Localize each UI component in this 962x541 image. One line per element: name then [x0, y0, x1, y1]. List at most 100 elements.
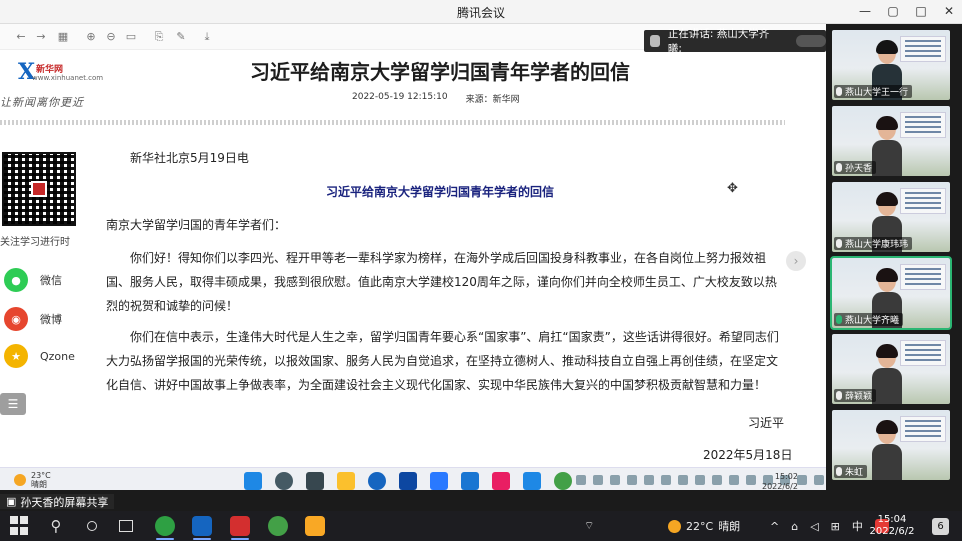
menu-icon[interactable]: ☰ [0, 393, 26, 415]
screen-share-text: 孙天香的屏幕共享 [20, 495, 109, 509]
participant-tile[interactable]: 孙天香 [832, 106, 950, 176]
share-label: 微信 [40, 274, 62, 287]
download-icon[interactable]: ⤓ [200, 30, 214, 44]
screen: 腾讯会议 — ▢ □ ✕ ← → ▦ ⊕ ⊖ ▭ ⎘ ✎ ⤓ 正在讲话: 燕山大… [0, 0, 962, 541]
app-icon[interactable] [461, 472, 479, 490]
participant-name: 薛颖颖 [845, 392, 873, 402]
logo-url: www.xinhuanet.com [32, 74, 104, 82]
cortana-icon[interactable] [82, 516, 102, 536]
participant-tile[interactable]: 薛颖颖 [832, 334, 950, 404]
share-qzone[interactable]: ★ Qzone [4, 344, 75, 368]
photos-icon[interactable] [492, 472, 510, 490]
share-wechat[interactable]: ● 微信 [4, 268, 62, 292]
tray-icon[interactable] [729, 475, 739, 485]
background-board [900, 36, 946, 62]
folder-icon[interactable] [337, 472, 355, 490]
weather-widget[interactable]: 22°C 晴朗 [668, 511, 740, 541]
speaking-label: 正在讲话: 燕山大学齐曦; [667, 28, 770, 55]
grid-icon[interactable]: ▦ [56, 30, 70, 44]
tray-icon[interactable] [627, 475, 637, 485]
rotate-icon[interactable]: ⎘ [152, 30, 166, 44]
remote-weather[interactable]: 23°C 晴朗 [14, 471, 51, 489]
ime-label[interactable]: 中 [852, 518, 863, 534]
search-icon[interactable] [275, 472, 293, 490]
paragraph: 你们好！得知你们以李四光、程开甲等老一辈科学家为榜样，在海外学成后回国投身科教事… [106, 251, 777, 313]
participant-name-tag: 燕山大学康玮玮 [834, 237, 913, 250]
tencent-meeting-icon[interactable] [192, 516, 212, 536]
start-icon[interactable] [10, 516, 30, 536]
tray-icon[interactable] [814, 475, 824, 485]
search-icon[interactable]: ⚲ [46, 516, 66, 536]
mic-icon [836, 315, 842, 324]
clock[interactable]: 15:04 2022/6/2 [868, 514, 916, 538]
participant-name-tag: 燕山大学王一行 [834, 85, 913, 98]
article-source: 来源：新华网 [465, 95, 520, 105]
maximize-button[interactable]: □ [914, 3, 928, 19]
tablet-icon[interactable]: ⊞ [831, 520, 840, 533]
follow-label: 关注学习进行时 [0, 237, 70, 248]
folder-icon[interactable] [305, 516, 325, 536]
back-icon[interactable]: ← [14, 30, 28, 44]
volume-icon[interactable]: ◁ [810, 520, 818, 533]
minimize-button[interactable]: — [858, 3, 872, 19]
next-page-icon[interactable]: › [786, 251, 806, 271]
zoom-in-icon[interactable]: ⊕ [84, 30, 98, 44]
tray-icon[interactable] [576, 475, 586, 485]
wps-icon[interactable] [230, 516, 250, 536]
zoom-out-icon[interactable]: ⊖ [104, 30, 118, 44]
tray-icon[interactable] [661, 475, 671, 485]
tray-icon[interactable] [797, 475, 807, 485]
tray-icon[interactable] [610, 475, 620, 485]
network-icon[interactable]: ⌂ [791, 520, 798, 533]
tray-icon[interactable] [695, 475, 705, 485]
participant-name: 燕山大学齐曦 [845, 316, 900, 326]
wifi-icon[interactable]: ⌔ [584, 511, 594, 541]
windows-icon[interactable] [244, 472, 262, 490]
participant-tile[interactable]: 燕山大学康玮玮 [832, 182, 950, 252]
restore-button[interactable]: ▢ [886, 3, 900, 19]
participant-name-tag: 朱虹 [834, 465, 868, 478]
tray-expand-icon[interactable]: ^ [770, 520, 779, 533]
wechat-icon[interactable] [554, 472, 572, 490]
edge-icon[interactable] [368, 472, 386, 490]
meeting-icon[interactable] [523, 472, 541, 490]
weather-label: 晴朗 [718, 520, 741, 533]
forward-icon[interactable]: → [34, 30, 48, 44]
xinhua-logo: X 新华网 www.xinhuanet.com [18, 59, 103, 89]
participant-tile[interactable]: 燕山大学王一行 [832, 30, 950, 100]
taskview-icon[interactable] [116, 516, 136, 536]
weibo-icon: ◉ [4, 307, 28, 331]
close-button[interactable]: ✕ [942, 3, 956, 19]
screen-share-icon: ▣ [6, 495, 17, 508]
participant-tile[interactable]: 朱虹 [832, 410, 950, 480]
background-board [900, 416, 946, 442]
remote-clock[interactable]: 15:02 2022/6/2 [762, 472, 798, 490]
letter-date: 2022年5月18日 [703, 448, 793, 462]
tray-icon[interactable] [678, 475, 688, 485]
tray-icon[interactable] [593, 475, 603, 485]
browser-icon[interactable] [155, 516, 175, 536]
participant-name-tag: 孙天香 [834, 161, 877, 174]
edit-icon[interactable]: ✎ [174, 30, 188, 44]
baidu-icon[interactable] [430, 472, 448, 490]
tray-icon[interactable] [712, 475, 722, 485]
sun-icon [668, 519, 681, 533]
remote-temp: 23°C [31, 471, 51, 480]
mic-icon [836, 239, 842, 248]
qr-logo-icon [31, 181, 47, 197]
wechat-icon: ● [4, 268, 28, 292]
wechat-icon[interactable] [268, 516, 288, 536]
participant-name-tag: 薛颖颖 [834, 389, 877, 402]
fit-icon[interactable]: ▭ [124, 30, 138, 44]
share-weibo[interactable]: ◉ 微博 [4, 307, 62, 331]
taskview-icon[interactable] [306, 472, 324, 490]
paragraph: 你们在信中表示，生逢伟大时代是人生之幸，留学归国青年要心系“国家事”、肩扛“国家… [106, 330, 779, 392]
store-icon[interactable] [399, 472, 417, 490]
tray-icon[interactable] [644, 475, 654, 485]
tray-icon[interactable] [746, 475, 756, 485]
qr-code[interactable] [2, 152, 76, 226]
notification-badge[interactable]: 6 [932, 518, 949, 535]
shared-screen: ← → ▦ ⊕ ⊖ ▭ ⎘ ✎ ⤓ 正在讲话: 燕山大学齐曦; X 新华网 ww… [0, 24, 826, 490]
participant-tile[interactable]: 燕山大学齐曦 [830, 256, 952, 330]
divider [0, 120, 785, 125]
